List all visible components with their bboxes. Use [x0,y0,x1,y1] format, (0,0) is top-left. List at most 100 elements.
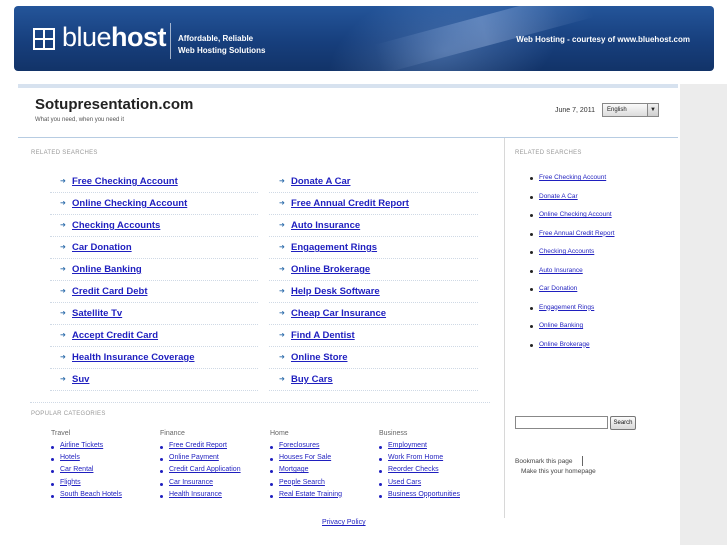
category-item[interactable]: Online Payment [160,454,219,466]
category-link[interactable]: Hotels [60,454,80,461]
related-item[interactable]: ➜ Find A Dentist [269,326,478,347]
search-button[interactable]: Search [610,416,636,430]
related-link[interactable]: Donate A Car [291,176,350,187]
category-item[interactable]: Employment [379,442,427,454]
related-item[interactable]: ➜ Donate A Car [269,172,478,193]
category-link[interactable]: Foreclosures [279,442,319,449]
related-link[interactable]: Online Brokerage [291,264,370,275]
category-item[interactable]: Health Insurance [160,491,222,503]
category-link[interactable]: Car Insurance [169,479,213,486]
category-item[interactable]: Flights [51,479,81,491]
related-link[interactable]: Buy Cars [291,374,333,385]
related-item[interactable]: ➜ Suv [50,370,258,391]
related-item[interactable]: ➜ Online Checking Account [50,194,258,215]
related-item[interactable]: ➜ Car Donation [50,238,258,259]
related-link[interactable]: Accept Credit Card [72,330,158,341]
sidebar-related-link[interactable]: Free Annual Credit Report [539,230,615,237]
category-link[interactable]: Free Credit Report [169,442,227,449]
sidebar-related-link[interactable]: Online Brokerage [539,341,590,348]
category-link[interactable]: Business Opportunities [388,491,460,498]
category-link[interactable]: People Search [279,479,325,486]
related-link[interactable]: Online Banking [72,264,142,275]
bookmark-link[interactable]: Bookmark this page [515,458,572,465]
homepage-link[interactable]: Make this your homepage [521,468,596,475]
category-link[interactable]: Car Rental [60,466,93,473]
category-link[interactable]: Mortgage [279,466,309,473]
related-link[interactable]: Health Insurance Coverage [72,352,195,363]
related-item[interactable]: ➜ Satellite Tv [50,304,258,325]
sidebar-related-link[interactable]: Engagement Rings [539,304,594,311]
related-item[interactable]: ➜ Buy Cars [269,370,478,391]
category-link[interactable]: Health Insurance [169,491,222,498]
category-item[interactable]: Airline Tickets [51,442,103,454]
related-link[interactable]: Help Desk Software [291,286,380,297]
related-link[interactable]: Online Store [291,352,347,363]
related-link[interactable]: Car Donation [72,242,132,253]
category-item[interactable]: Real Estate Training [270,491,342,503]
related-link[interactable]: Engagement Rings [291,242,377,253]
bluehost-banner[interactable]: bluehost Affordable, Reliable Web Hostin… [14,6,714,71]
category-item[interactable]: South Beach Hotels [51,491,122,503]
category-link[interactable]: Online Payment [169,454,219,461]
related-item[interactable]: ➜ Help Desk Software [269,282,478,303]
category-item[interactable]: People Search [270,479,325,491]
category-link[interactable]: Credit Card Application [169,466,241,473]
category-item[interactable]: Work From Home [379,454,443,466]
sidebar-related-link[interactable]: Car Donation [539,285,577,292]
related-link[interactable]: Auto Insurance [291,220,360,231]
related-item[interactable]: ➜ Checking Accounts [50,216,258,237]
related-link[interactable]: Satellite Tv [72,308,122,319]
related-link[interactable]: Cheap Car Insurance [291,308,386,319]
category-link[interactable]: Employment [388,442,427,449]
related-link[interactable]: Free Annual Credit Report [291,198,409,209]
category-item[interactable]: Car Rental [51,466,93,478]
category-item[interactable]: Hotels [51,454,80,466]
sidebar-related-label: RELATED SEARCHES [515,150,582,156]
category-link[interactable]: Airline Tickets [60,442,103,449]
category-item[interactable]: Used Cars [379,479,421,491]
related-item[interactable]: ➜ Online Banking [50,260,258,281]
related-item[interactable]: ➜ Auto Insurance [269,216,478,237]
category-item[interactable]: Car Insurance [160,479,213,491]
category-item[interactable]: Mortgage [270,466,309,478]
sidebar-related-link[interactable]: Online Checking Account [539,211,612,218]
sidebar-related-link[interactable]: Auto Insurance [539,267,583,274]
bluehost-logo[interactable]: bluehost [62,22,167,53]
chevron-down-icon[interactable]: ▼ [647,104,658,116]
related-link[interactable]: Credit Card Debt [72,286,147,297]
related-item[interactable]: ➜ Online Brokerage [269,260,478,281]
sidebar-related-link[interactable]: Donate A Car [539,193,578,200]
related-link[interactable]: Free Checking Account [72,176,178,187]
category-link[interactable]: Work From Home [388,454,443,461]
category-link[interactable]: Reorder Checks [388,466,439,473]
category-item[interactable]: Business Opportunities [379,491,460,503]
privacy-policy-link[interactable]: Privacy Policy [322,519,366,526]
category-item[interactable]: Reorder Checks [379,466,439,478]
related-item[interactable]: ➜ Engagement Rings [269,238,478,259]
related-item[interactable]: ➜ Free Annual Credit Report [269,194,478,215]
related-link[interactable]: Checking Accounts [72,220,160,231]
category-item[interactable]: Foreclosures [270,442,319,454]
category-item[interactable]: Houses For Sale [270,454,331,466]
related-link[interactable]: Suv [72,374,89,385]
related-item[interactable]: ➜ Cheap Car Insurance [269,304,478,325]
category-link[interactable]: Real Estate Training [279,491,342,498]
category-link[interactable]: South Beach Hotels [60,491,122,498]
category-link[interactable]: Flights [60,479,81,486]
related-item[interactable]: ➜ Accept Credit Card [50,326,258,347]
related-item[interactable]: ➜ Health Insurance Coverage [50,348,258,369]
category-link[interactable]: Houses For Sale [279,454,331,461]
category-item[interactable]: Credit Card Application [160,466,241,478]
related-link[interactable]: Find A Dentist [291,330,355,341]
related-link[interactable]: Online Checking Account [72,198,187,209]
sidebar-related-link[interactable]: Online Banking [539,322,583,329]
related-item[interactable]: ➜ Online Store [269,348,478,369]
category-item[interactable]: Free Credit Report [160,442,227,454]
related-item[interactable]: ➜ Free Checking Account [50,172,258,193]
language-select[interactable]: English ▼ [602,103,659,117]
sidebar-related-link[interactable]: Free Checking Account [539,174,606,181]
category-link[interactable]: Used Cars [388,479,421,486]
search-input[interactable] [515,416,608,429]
related-item[interactable]: ➜ Credit Card Debt [50,282,258,303]
sidebar-related-link[interactable]: Checking Accounts [539,248,594,255]
